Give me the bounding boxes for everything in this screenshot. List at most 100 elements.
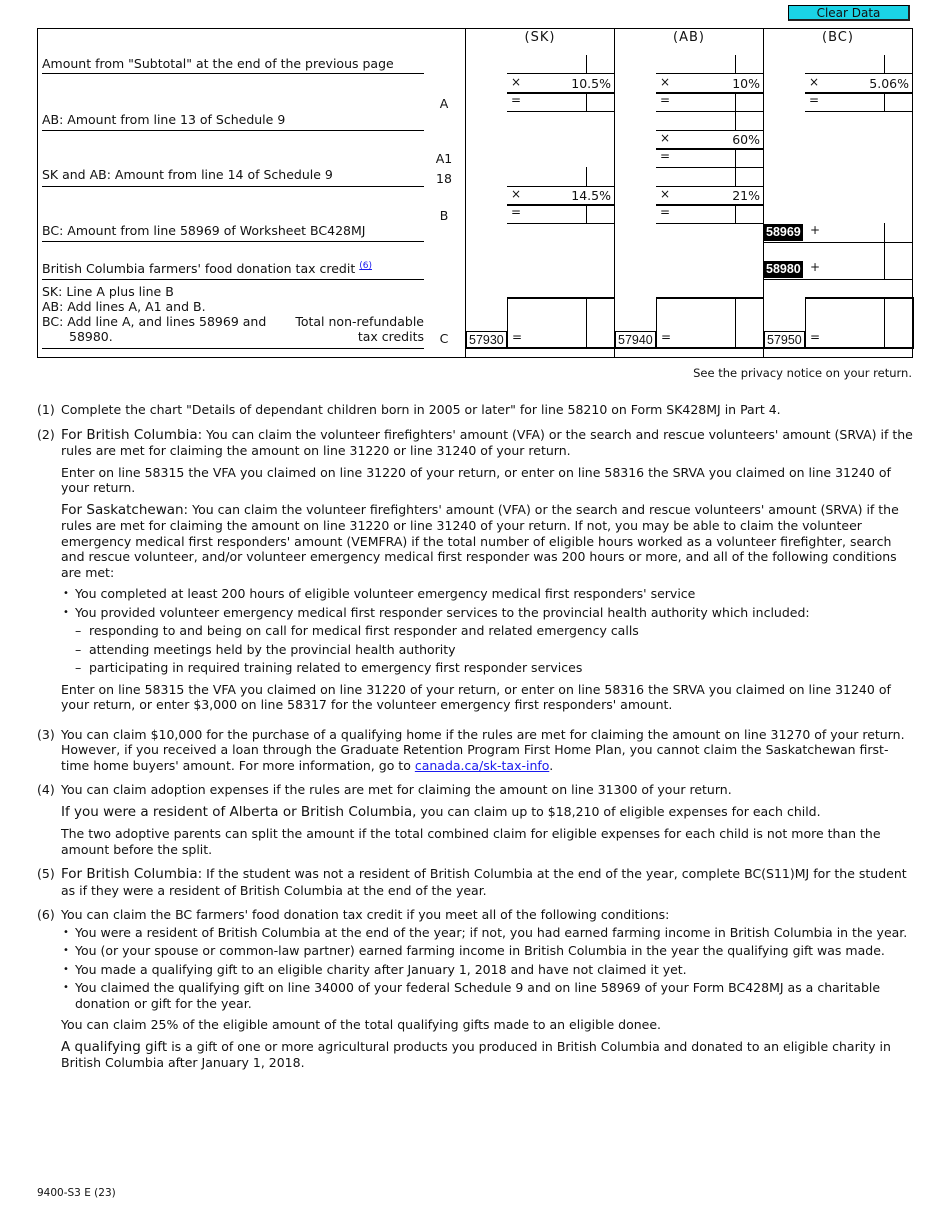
sk-tax-info-link[interactable]: canada.ca/sk-tax-info [415,758,549,773]
column-header-sk: (SK) [524,30,556,45]
times-operator: × [511,75,522,89]
total-desc-bc: BC: Add line A, and lines 58969 and [42,314,267,329]
column-divider [465,28,466,358]
total-description: SK: Line A plus line B AB: Add lines A, … [42,284,266,344]
row-label-line14: SK and AB: Amount from line 14 of Schedu… [42,167,333,182]
list-item: attending meetings held by the provincia… [61,642,915,658]
sk-rate-b: 14.5% [571,188,611,203]
note-1: (1) Complete the chart "Details of depen… [37,402,915,418]
footnote-6-link[interactable]: (6) [359,261,372,271]
cents-divider [586,55,587,74]
ab-line13-input[interactable] [656,112,735,130]
list-item: You provided volunteer emergency medical… [61,605,915,621]
note-6: (6) You can claim the BC farmers' food d… [37,907,915,1071]
ab-total-input[interactable] [670,299,735,347]
sk-line14-input[interactable] [507,167,586,185]
note-lead: For British Columbia: [61,426,203,443]
label-underline [42,130,424,131]
field-line [805,73,913,74]
note-text: You can claim the BC farmers' food donat… [61,907,670,922]
equals-operator: = [810,330,821,344]
field-line [507,223,615,224]
ab-subtotal-input[interactable] [656,55,735,73]
clear-data-button[interactable]: Clear Data [788,5,910,21]
ab-line-b-result-input[interactable] [656,205,735,223]
column-header-ab: (AB) [673,30,705,45]
cents-divider [586,205,587,223]
note-text: Enter on line 58315 the VFA you claimed … [61,681,891,713]
bc-subtotal-input[interactable] [805,55,884,73]
row-label-subtotal: Amount from "Subtotal" at the end of the… [42,56,394,71]
bc-line-a-result-input[interactable] [805,93,884,111]
sk-line-b-result-input[interactable] [507,205,586,223]
plus-operator: + [810,223,821,237]
field-border [805,297,806,348]
line-number-18: 18 [436,171,452,186]
ab-line-a1-result-input[interactable] [656,149,735,167]
total-desc-bc-cont: 58980. [69,329,113,344]
field-line [656,186,764,187]
note-lead: A qualifying gift [61,1038,168,1055]
label-underline [42,279,424,280]
note-lead: For British Columbia: [61,866,203,882]
privacy-notice: See the privacy notice on your return. [693,366,912,380]
cents-divider [586,297,587,348]
cents-divider [586,93,587,111]
sk-rate-a: 10.5% [571,76,611,91]
note-text: . [549,757,554,773]
column-divider [763,28,764,358]
line-code-58980: 58980 [764,261,803,278]
cents-divider [586,167,587,186]
note-number: (6) [37,907,55,922]
bc-58980-input[interactable] [820,261,884,279]
field-line [805,111,913,112]
note-text: Enter on line 58315 the VFA you claimed … [61,464,891,496]
note-text: The two adoptive parents can split the a… [61,826,881,857]
ab-rate-a: 10% [732,76,760,91]
times-operator: × [809,75,820,89]
cents-divider [884,93,885,111]
list-item: You claimed the qualifying gift on line … [61,980,915,1011]
column-header-bc: (BC) [822,30,854,45]
note-number: (2) [37,426,55,442]
label-underline [42,73,424,74]
field-line [507,111,615,112]
note-number: (4) [37,782,55,797]
column-divider [614,28,615,358]
note-text: You can claim adoption expenses if the r… [61,782,732,797]
field-border [912,297,914,348]
list-item: responding to and being on call for medi… [61,623,915,639]
field-line [764,242,913,243]
sk-subtotal-input[interactable] [507,55,586,73]
times-operator: × [660,187,671,201]
field-line [656,73,764,74]
bc-58969-input[interactable] [820,224,884,242]
note-2-conditions: You completed at least 200 hours of elig… [61,586,915,676]
list-item: You completed at least 200 hours of elig… [61,586,915,602]
cents-divider [884,223,885,280]
note-lead: For Saskatchewan: [61,501,189,518]
note-number: (1) [37,402,55,417]
form-number: 9400-S3 E (23) [37,1187,116,1199]
line-code-58969: 58969 [764,224,803,241]
cents-divider [884,297,885,348]
note-2-sk: For Saskatchewan: You can claim the volu… [61,502,915,581]
note-lead: If you were a resident of Alberta or Bri… [61,803,417,820]
bc-farmers-label-text: British Columbia farmers' food donation … [42,261,356,277]
line-letter-b: B [439,208,449,223]
bc-total-input[interactable] [820,299,884,347]
label-underline [42,348,424,349]
ab-rate-a1: 60% [732,132,760,147]
line-letter-a1: A1 [435,151,453,166]
total-label-line2: tax credits [357,329,424,344]
field-line [656,223,764,224]
ab-line-a-result-input[interactable] [656,93,735,111]
sk-line-a-result-input[interactable] [507,93,586,111]
note-number: (5) [37,866,55,881]
list-item: You were a resident of British Columbia … [61,925,915,941]
sk-total-input[interactable] [520,299,586,347]
ab-line14-input[interactable] [656,168,735,186]
ab-rate-b: 21% [732,188,760,203]
note-text: You can claim 25% of the eligible amount… [61,1017,662,1032]
times-operator: × [660,131,671,145]
